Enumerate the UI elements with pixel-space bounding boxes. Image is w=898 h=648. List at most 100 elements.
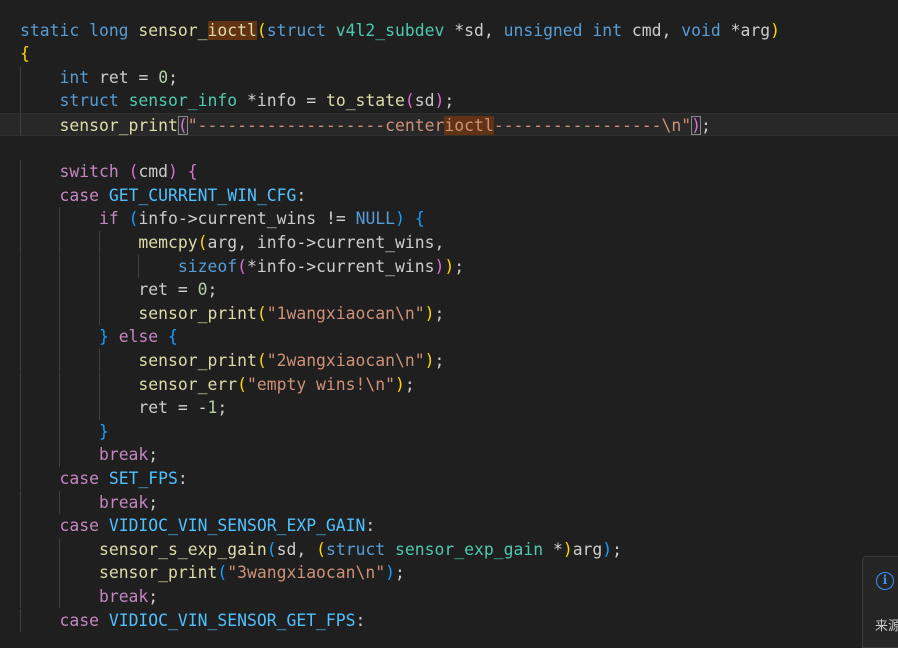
code-token: memcpy — [138, 232, 198, 252]
code-token: } — [98, 421, 109, 441]
code-line[interactable]: case GET_CURRENT_WIN_CFG: — [0, 183, 898, 208]
code-text: sensor_err("empty wins!\n"); — [20, 373, 414, 397]
code-text: case GET_CURRENT_WIN_CFG: — [20, 184, 306, 208]
code-text: memcpy(arg, info->current_wins, — [20, 231, 444, 255]
code-line[interactable]: sensor_print("3wangxiaocan\n"); — [0, 561, 898, 585]
code-text: } — [20, 420, 109, 444]
code-token: , — [483, 20, 504, 40]
code-line[interactable]: static long sensor_ioctl(struct v4l2_sub… — [0, 19, 898, 43]
code-token: sensor_err — [138, 374, 238, 394]
code-token: break — [98, 445, 149, 465]
code-text: sensor_s_exp_gain(sd, (struct sensor_exp… — [20, 538, 622, 562]
code-line[interactable]: switch (cmd) { — [0, 160, 898, 184]
code-token: ; — [395, 563, 405, 583]
code-token: ( — [177, 115, 188, 135]
code-token: sensor_print — [138, 303, 257, 323]
code-token: v4l2_subdev — [335, 20, 455, 40]
code-token: { — [414, 209, 425, 229]
code-token: ; — [454, 256, 465, 276]
code-line[interactable]: { — [0, 42, 898, 66]
code-token: ; — [168, 67, 178, 87]
code-line[interactable]: sensor_print("1wangxiaocan\n"); — [0, 301, 898, 326]
code-token: ( — [256, 20, 267, 40]
code-token: info — [138, 209, 178, 229]
code-token: 0 — [158, 67, 169, 87]
info-widget[interactable]: i 来源 — [862, 556, 898, 648]
code-line[interactable]: memcpy(arg, info->current_wins, — [0, 230, 898, 255]
code-token: current_wins — [197, 209, 317, 229]
code-token: ( — [217, 563, 228, 583]
code-line[interactable]: sensor_s_exp_gain(sd, (struct sensor_exp… — [0, 537, 898, 562]
code-token: ; — [444, 91, 455, 111]
code-token: * — [454, 20, 465, 40]
code-token: case — [59, 468, 109, 488]
code-token: "1wangxiaocan\n" — [266, 303, 425, 323]
code-token: : — [365, 516, 376, 536]
code-token: } — [98, 327, 119, 347]
code-token: switch — [59, 162, 129, 182]
code-token: ; — [612, 539, 623, 559]
code-text: break; — [20, 443, 158, 467]
code-line[interactable]: case VIDIOC_VIN_SENSOR_GET_FPS: — [0, 608, 898, 633]
code-token: ( — [128, 209, 139, 229]
code-text: { — [20, 42, 30, 66]
code-token: = — [128, 67, 159, 87]
code-token: * — [246, 256, 257, 276]
code-token: 1 — [207, 398, 218, 418]
code-token: ioctl — [207, 20, 257, 40]
code-token: ) — [602, 539, 613, 559]
code-line[interactable]: case VIDIOC_VIN_SENSOR_EXP_GAIN: — [0, 514, 898, 538]
code-line[interactable]: ret = -1; — [0, 396, 898, 420]
code-line[interactable]: break; — [0, 490, 898, 515]
code-line[interactable]: sensor_print("-------------------centeri… — [0, 112, 898, 137]
code-line[interactable]: } — [0, 419, 898, 444]
code-line[interactable]: sensor_print("2wangxiaocan\n"); — [0, 348, 898, 373]
code-token: : — [355, 610, 366, 630]
code-line[interactable]: break; — [0, 584, 898, 609]
code-line[interactable]: case SET_FPS: — [0, 466, 898, 491]
code-token: -> — [296, 232, 317, 252]
code-token: = — [168, 280, 198, 300]
code-token: "-------------------center — [187, 115, 445, 135]
code-line[interactable]: sensor_err("empty wins!\n"); — [0, 372, 898, 397]
code-token: , — [434, 232, 445, 252]
code-line[interactable]: ret = 0; — [0, 278, 898, 302]
code-line[interactable]: if (info->current_wins != NULL) { — [0, 207, 898, 231]
code-token: = — [296, 91, 326, 111]
code-token: ) — [434, 91, 445, 111]
code-token: case — [59, 516, 109, 536]
code-line[interactable]: struct sensor_info *info = to_state(sd); — [0, 89, 898, 113]
code-token: ( — [404, 91, 415, 111]
code-token: "3wangxiaocan\n" — [227, 563, 386, 583]
code-token: ret — [138, 280, 169, 300]
code-token: ret — [138, 398, 169, 418]
code-token: sensor_print — [98, 563, 218, 583]
code-editor[interactable]: static long sensor_ioctl(struct v4l2_sub… — [0, 0, 898, 633]
code-token: , — [237, 232, 257, 252]
code-text: sensor_print("1wangxiaocan\n"); — [20, 302, 444, 326]
code-token: struct — [325, 539, 396, 559]
code-line[interactable] — [0, 137, 898, 161]
code-token: ) — [424, 350, 435, 370]
code-token: ) — [444, 256, 455, 276]
code-token: , — [661, 20, 682, 40]
code-token: ( — [256, 303, 267, 323]
code-token: -> — [177, 209, 198, 229]
code-line[interactable]: int ret = 0; — [0, 65, 898, 90]
code-token: sd — [414, 91, 435, 111]
info-icon[interactable]: i — [876, 572, 894, 590]
code-token: ( — [256, 350, 267, 370]
code-line[interactable]: break; — [0, 443, 898, 467]
code-line[interactable]: } else { — [0, 325, 898, 349]
code-token: current_wins — [316, 256, 435, 276]
code-token: * — [552, 539, 563, 559]
code-token: VIDIOC_VIN_SENSOR_EXP_GAIN — [108, 516, 366, 536]
code-token: break — [98, 586, 149, 606]
code-line[interactable]: sizeof(*info->current_wins)); — [0, 254, 898, 279]
code-text: sizeof(*info->current_wins)); — [20, 255, 464, 279]
